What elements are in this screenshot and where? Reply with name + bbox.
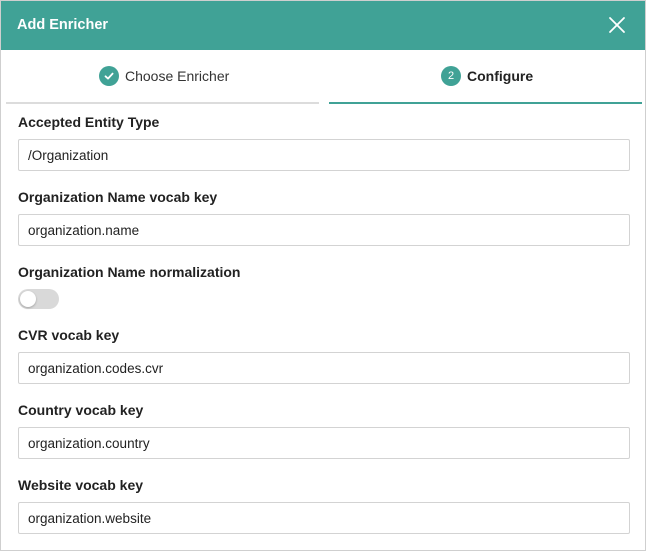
accepted-entity-type-input[interactable] (18, 139, 630, 171)
org-name-normalization-label: Organization Name normalization (18, 264, 241, 280)
toggle-knob (20, 291, 36, 307)
cvr-vocab-key-input[interactable] (18, 352, 630, 384)
cvr-vocab-key-label: CVR vocab key (18, 327, 120, 343)
add-enricher-dialog: Add Enricher Choose Enricher 2 Configure… (0, 0, 646, 551)
dialog-title: Add Enricher (17, 17, 109, 33)
org-name-vocab-key-input[interactable] (18, 214, 630, 246)
dialog-header: Add Enricher (1, 1, 645, 50)
country-vocab-key-label: Country vocab key (18, 402, 144, 418)
website-vocab-key-input[interactable] (18, 502, 630, 534)
step-configure[interactable]: 2 Configure (329, 50, 642, 104)
accepted-entity-type-label: Accepted Entity Type (18, 114, 160, 130)
step-label: Configure (467, 68, 534, 84)
step-label: Choose Enricher (125, 68, 230, 84)
org-name-vocab-key-label: Organization Name vocab key (18, 189, 218, 205)
country-vocab-key-input[interactable] (18, 427, 630, 459)
wizard-steps: Choose Enricher 2 Configure (1, 50, 645, 104)
website-vocab-key-label: Website vocab key (18, 477, 144, 493)
org-name-normalization-toggle[interactable] (18, 289, 59, 309)
step-number-badge: 2 (441, 66, 461, 86)
close-icon[interactable] (607, 15, 627, 35)
step-choose-enricher[interactable]: Choose Enricher (6, 50, 319, 104)
check-icon (99, 66, 119, 86)
